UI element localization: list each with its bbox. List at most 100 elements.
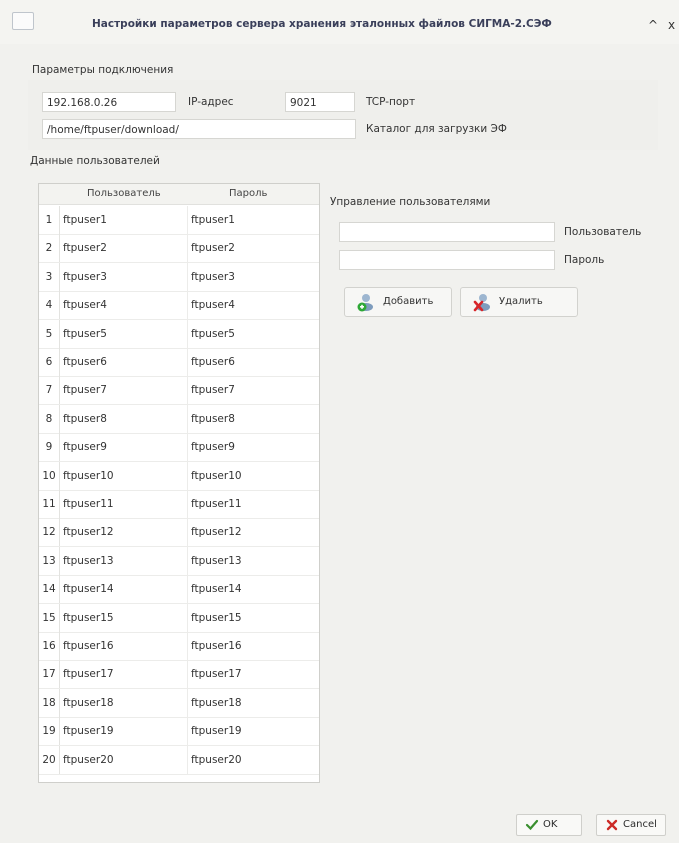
cell-password[interactable]: ftpuser10 xyxy=(191,462,242,490)
ok-button[interactable]: OK xyxy=(516,814,582,836)
row-number: 7 xyxy=(39,376,60,405)
cell-user[interactable]: ftpuser7 xyxy=(63,376,107,404)
table-row[interactable]: 5 ftpuser5 ftpuser5 xyxy=(39,319,319,349)
tcp-port-label: TCP-порт xyxy=(366,96,416,108)
column-divider xyxy=(187,376,188,405)
cell-user[interactable]: ftpuser12 xyxy=(63,518,114,546)
cell-password[interactable]: ftpuser3 xyxy=(191,263,235,291)
window-title: Настройки параметров сервера хранения эт… xyxy=(92,18,552,30)
cell-user[interactable]: ftpuser15 xyxy=(63,604,114,632)
table-row[interactable]: 20 ftpuser20 ftpuser20 xyxy=(39,745,319,775)
cell-user[interactable]: ftpuser13 xyxy=(63,547,114,575)
new-user-input[interactable] xyxy=(339,222,555,242)
column-divider xyxy=(187,262,188,291)
users-section-label: Данные пользователей xyxy=(30,155,160,167)
close-icon[interactable]: x xyxy=(668,18,675,32)
row-number: 18 xyxy=(39,688,60,717)
cell-user[interactable]: ftpuser3 xyxy=(63,263,107,291)
table-row[interactable]: 15 ftpuser15 ftpuser15 xyxy=(39,603,319,633)
cell-password[interactable]: ftpuser1 xyxy=(191,206,235,234)
column-header-password[interactable]: Пароль xyxy=(229,188,267,199)
row-number: 12 xyxy=(39,518,60,547)
table-row[interactable]: 13 ftpuser13 ftpuser13 xyxy=(39,546,319,576)
cell-password[interactable]: ftpuser12 xyxy=(191,518,242,546)
table-row[interactable]: 1 ftpuser1 ftpuser1 xyxy=(39,206,319,235)
cell-password[interactable]: ftpuser8 xyxy=(191,405,235,433)
row-number: 13 xyxy=(39,546,60,575)
connection-section-label: Параметры подключения xyxy=(32,64,174,76)
cell-password[interactable]: ftpuser5 xyxy=(191,320,235,348)
cell-user[interactable]: ftpuser18 xyxy=(63,689,114,717)
table-row[interactable]: 12 ftpuser12 ftpuser12 xyxy=(39,518,319,548)
cell-user[interactable]: ftpuser8 xyxy=(63,405,107,433)
row-number: 6 xyxy=(39,348,60,376)
download-dir-label: Каталог для загрузки ЭФ xyxy=(366,123,507,135)
table-row[interactable]: 4 ftpuser4 ftpuser4 xyxy=(39,291,319,321)
cell-password[interactable]: ftpuser14 xyxy=(191,575,242,603)
table-row[interactable]: 11 ftpuser11 ftpuser11 xyxy=(39,490,319,519)
column-divider xyxy=(187,688,188,717)
cell-password[interactable]: ftpuser6 xyxy=(191,348,235,376)
cell-password[interactable]: ftpuser2 xyxy=(191,234,235,262)
users-table-header: Пользователь Пароль xyxy=(39,184,319,205)
cell-user[interactable]: ftpuser17 xyxy=(63,660,114,688)
cell-password[interactable]: ftpuser7 xyxy=(191,376,235,404)
table-row[interactable]: 10 ftpuser10 ftpuser10 xyxy=(39,461,319,491)
cell-user[interactable]: ftpuser6 xyxy=(63,348,107,376)
delete-user-button[interactable]: Удалить xyxy=(460,287,578,317)
cell-password[interactable]: ftpuser4 xyxy=(191,291,235,319)
cell-user[interactable]: ftpuser16 xyxy=(63,632,114,660)
table-row[interactable]: 18 ftpuser18 ftpuser18 xyxy=(39,688,319,718)
cell-password[interactable]: ftpuser20 xyxy=(191,746,242,774)
table-row[interactable]: 14 ftpuser14 ftpuser14 xyxy=(39,575,319,605)
cell-password[interactable]: ftpuser16 xyxy=(191,632,242,660)
cell-user[interactable]: ftpuser19 xyxy=(63,717,114,745)
table-row[interactable]: 16 ftpuser16 ftpuser16 xyxy=(39,632,319,661)
row-number: 17 xyxy=(39,660,60,689)
table-row[interactable]: 17 ftpuser17 ftpuser17 xyxy=(39,660,319,690)
title-bar: Настройки параметров сервера хранения эт… xyxy=(0,0,679,44)
management-section-label: Управление пользователями xyxy=(330,196,491,208)
cell-user[interactable]: ftpuser20 xyxy=(63,746,114,774)
add-user-button[interactable]: Добавить xyxy=(344,287,452,317)
cell-user[interactable]: ftpuser4 xyxy=(63,291,107,319)
cell-password[interactable]: ftpuser11 xyxy=(191,490,242,518)
cell-password[interactable]: ftpuser13 xyxy=(191,547,242,575)
column-header-user[interactable]: Пользователь xyxy=(87,188,161,199)
users-table[interactable]: Пользователь Пароль 1 ftpuser1 ftpuser1 2 ft… xyxy=(38,183,320,783)
row-number: 3 xyxy=(39,262,60,291)
new-password-label: Пароль xyxy=(564,254,605,266)
cell-user[interactable]: ftpuser2 xyxy=(63,234,107,262)
cell-password[interactable]: ftpuser9 xyxy=(191,433,235,461)
cell-user[interactable]: ftpuser10 xyxy=(63,462,114,490)
column-divider xyxy=(187,632,188,660)
column-divider xyxy=(187,490,188,518)
cell-user[interactable]: ftpuser11 xyxy=(63,490,114,518)
table-row[interactable]: 19 ftpuser19 ftpuser19 xyxy=(39,717,319,747)
table-row[interactable]: 2 ftpuser2 ftpuser2 xyxy=(39,234,319,264)
table-row[interactable]: 7 ftpuser7 ftpuser7 xyxy=(39,376,319,406)
tcp-port-input[interactable]: 9021 xyxy=(285,92,355,112)
table-row[interactable]: 8 ftpuser8 ftpuser8 xyxy=(39,404,319,434)
column-divider xyxy=(187,518,188,547)
column-divider xyxy=(187,745,188,774)
cell-password[interactable]: ftpuser18 xyxy=(191,689,242,717)
cancel-button[interactable]: Cancel xyxy=(596,814,666,836)
cell-password[interactable]: ftpuser15 xyxy=(191,604,242,632)
new-password-input[interactable] xyxy=(339,250,555,270)
check-icon xyxy=(525,819,539,831)
connection-panel xyxy=(28,80,658,150)
download-dir-input[interactable]: /home/ftpuser/download/ xyxy=(42,119,356,139)
cell-user[interactable]: ftpuser14 xyxy=(63,575,114,603)
cell-user[interactable]: ftpuser9 xyxy=(63,433,107,461)
table-row[interactable]: 9 ftpuser9 ftpuser9 xyxy=(39,433,319,463)
chevron-up-icon[interactable]: ^ xyxy=(648,18,658,32)
table-row[interactable]: 3 ftpuser3 ftpuser3 xyxy=(39,262,319,292)
add-user-icon xyxy=(357,294,373,312)
cell-password[interactable]: ftpuser19 xyxy=(191,717,242,745)
table-row[interactable]: 6 ftpuser6 ftpuser6 xyxy=(39,348,319,377)
cell-user[interactable]: ftpuser1 xyxy=(63,206,107,234)
cell-user[interactable]: ftpuser5 xyxy=(63,320,107,348)
cell-password[interactable]: ftpuser17 xyxy=(191,660,242,688)
ip-address-input[interactable]: 192.168.0.26 xyxy=(42,92,176,112)
